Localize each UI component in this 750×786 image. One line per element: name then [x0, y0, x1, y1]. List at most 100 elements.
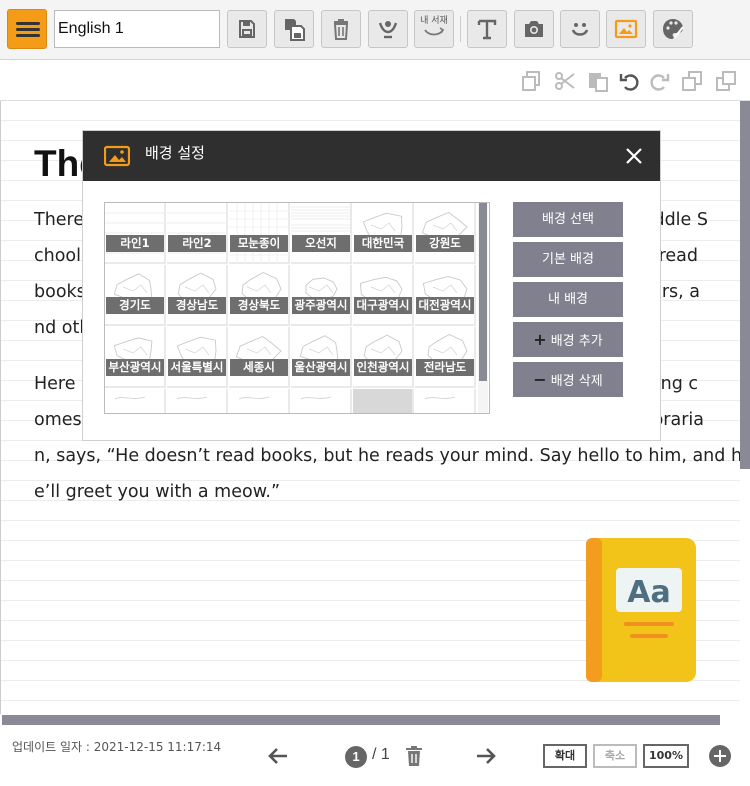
save-as-button[interactable] — [274, 10, 314, 48]
my-library-label: 내 서재 — [420, 16, 448, 26]
smile-icon — [571, 23, 589, 36]
background-option-label: 전라남도 — [416, 359, 474, 376]
background-option[interactable]: 서울특별시 — [167, 327, 228, 388]
zoom-level: 100% — [643, 744, 689, 768]
swap-arrow-icon — [424, 27, 445, 36]
paste-icon — [589, 73, 608, 92]
menu-button[interactable] — [7, 9, 47, 49]
background-option[interactable]: 경상북도 — [229, 265, 290, 326]
default-background-button[interactable]: 기본 배경 — [513, 242, 623, 277]
background-option-label: 경상북도 — [230, 297, 288, 314]
background-option[interactable]: 라인2 — [167, 203, 228, 264]
vertical-scrollbar[interactable] — [740, 101, 750, 714]
layer-front-icon — [682, 71, 702, 91]
background-option[interactable]: 광주광역시 — [291, 265, 352, 326]
bring-front-button[interactable] — [681, 70, 703, 92]
image-icon — [104, 145, 130, 167]
my-background-button[interactable]: 내 배경 — [513, 282, 623, 317]
background-option-label: 울산광역시 — [292, 359, 350, 376]
select-background-button[interactable]: 배경 선택 — [513, 202, 623, 237]
background-option-partial[interactable] — [167, 389, 228, 413]
cut-button[interactable] — [554, 70, 576, 92]
add-background-button[interactable]: + 배경 추가 — [513, 322, 623, 357]
background-option[interactable]: 세종시 — [229, 327, 290, 388]
background-grid: 라인1 라인2 모눈종이 오선지 대한민국 강원도경기도 경상남도 경상북도 광주광역시 대구광역… — [104, 202, 490, 414]
background-option-label: 서울특별시 — [168, 359, 226, 376]
scissors-icon — [555, 72, 575, 90]
layer-back-icon — [716, 71, 736, 91]
background-option[interactable]: 전라남도 — [415, 327, 476, 388]
undo-button[interactable] — [619, 70, 641, 92]
dialog-header: 배경 설정 — [83, 131, 660, 181]
delete-background-label: 배경 삭제 — [550, 374, 603, 389]
grid-scroll-thumb[interactable] — [479, 203, 487, 381]
background-option[interactable]: 대한민국 — [353, 203, 414, 264]
background-option-label: 경기도 — [106, 297, 164, 314]
undo-icon — [619, 74, 639, 91]
background-option[interactable]: 모눈종이 — [229, 203, 290, 264]
svg-text:Aa: Aa — [627, 575, 670, 610]
background-option[interactable]: 라인1 — [105, 203, 166, 264]
paste-button[interactable] — [587, 70, 609, 92]
camera-icon — [525, 21, 543, 37]
save-button[interactable] — [227, 10, 267, 48]
hands-icon — [378, 21, 398, 39]
zoom-out-button[interactable]: 축소 — [593, 744, 637, 768]
text-tool-button[interactable] — [467, 10, 507, 48]
background-option[interactable]: 경기도 — [105, 265, 166, 326]
send-back-button[interactable] — [715, 70, 737, 92]
background-option[interactable]: 인천광역시 — [353, 327, 414, 388]
camera-button[interactable] — [514, 10, 554, 48]
background-option[interactable]: 오선지 — [291, 203, 352, 264]
background-option[interactable]: 울산광역시 — [291, 327, 352, 388]
grid-scrollbar[interactable] — [478, 203, 488, 413]
sticker-button[interactable] — [560, 10, 600, 48]
total-pages: / 1 — [372, 746, 390, 763]
paint-button[interactable] — [653, 10, 693, 48]
copy-icon — [522, 71, 540, 91]
next-page-button[interactable] — [474, 744, 498, 768]
delete-page-button[interactable] — [402, 744, 426, 768]
edit-toolbar — [0, 61, 750, 101]
redo-button[interactable] — [648, 70, 670, 92]
current-page: 1 — [345, 746, 367, 768]
background-option-label: 대전광역시 — [416, 297, 474, 314]
palette-icon — [663, 19, 684, 39]
document-title-input[interactable] — [54, 10, 220, 48]
background-option-partial[interactable] — [353, 389, 414, 413]
horizontal-scrollbar[interactable] — [2, 715, 720, 725]
zoom-in-button[interactable]: 확대 — [543, 744, 587, 768]
vertical-scroll-thumb[interactable] — [740, 101, 750, 469]
background-option[interactable]: 경상남도 — [167, 265, 228, 326]
background-option[interactable]: 대구광역시 — [353, 265, 414, 326]
previous-page-button[interactable] — [266, 744, 290, 768]
background-option-partial[interactable] — [415, 389, 476, 413]
background-option[interactable]: 부산광역시 — [105, 327, 166, 388]
close-icon[interactable] — [623, 145, 645, 167]
dictionary-book-icon[interactable]: Aa — [586, 538, 696, 682]
background-option-partial[interactable] — [105, 389, 166, 413]
background-option-label: 광주광역시 — [292, 297, 350, 314]
arrow-left-icon — [268, 748, 287, 764]
delete-background-button[interactable]: − 배경 삭제 — [513, 362, 623, 397]
add-page-button[interactable] — [709, 745, 731, 767]
trash-icon — [406, 746, 422, 766]
background-option-partial[interactable] — [291, 389, 352, 413]
background-option[interactable]: 강원도 — [415, 203, 476, 264]
arrow-right-icon — [477, 748, 496, 764]
update-date: 업데이트 일자 : 2021-12-15 11:17:14 — [12, 740, 222, 754]
my-library-button[interactable]: 내 서재 — [414, 10, 454, 48]
copy-format-button[interactable] — [520, 70, 542, 92]
background-option-label: 라인1 — [106, 235, 164, 252]
delete-button[interactable] — [321, 10, 361, 48]
plus-icon: + — [533, 330, 547, 349]
background-settings-dialog: 배경 설정 라인1 라인2 모눈종이 오선지 대한민국 강원도경기도 경상남도 경상북도 광주광… — [82, 130, 661, 441]
image-icon — [614, 19, 638, 39]
background-option-partial[interactable] — [229, 389, 290, 413]
background-option-label: 부산광역시 — [106, 359, 164, 376]
share-button[interactable] — [368, 10, 408, 48]
background-option[interactable]: 대전광역시 — [415, 265, 476, 326]
background-button[interactable] — [606, 10, 646, 48]
minus-icon: − — [533, 370, 547, 389]
add-background-label: 배경 추가 — [550, 334, 603, 349]
